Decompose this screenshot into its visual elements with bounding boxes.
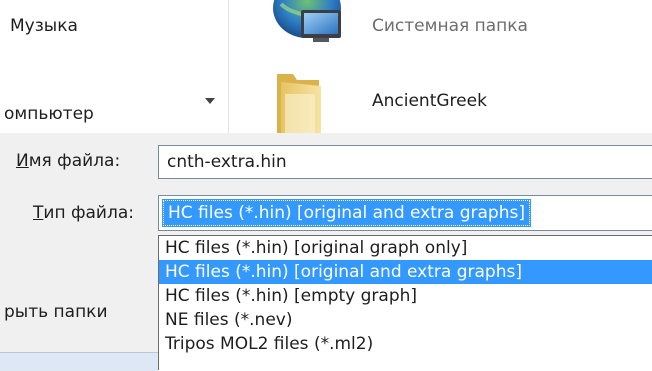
filetype-label-accelerator: Т [33, 203, 44, 223]
filename-label-accelerator: И [16, 151, 29, 171]
folder-icon [275, 72, 323, 133]
filename-label-text: мя файла: [28, 151, 121, 171]
network-computer-icon [273, 0, 345, 42]
filetype-option[interactable]: Tripos MOL2 files (*.ml2) [159, 332, 652, 356]
filetype-select[interactable]: HC files (*.hin) [original and extra gra… [158, 195, 652, 231]
filename-label: Имя файла: [16, 151, 120, 171]
filetype-option[interactable]: HC files (*.hin) [original graph only] [159, 236, 652, 260]
file-item-system-folder[interactable]: Системная папка [372, 16, 528, 36]
sidebar-item-computer[interactable]: омпьютер [4, 104, 94, 124]
filetype-label-text: ип файла: [43, 203, 134, 223]
filename-input[interactable] [158, 145, 652, 179]
file-list: Системная папка AncientGreek [229, 0, 652, 133]
hide-folders-button[interactable]: рыть папки [4, 302, 108, 322]
scroll-down-arrow-icon[interactable] [205, 98, 215, 104]
navigation-sidebar: Музыка омпьютер [0, 0, 190, 133]
bottom-strip [0, 352, 158, 371]
filetype-option[interactable]: NE files (*.nev) [159, 308, 652, 332]
filetype-label: Тип файла: [33, 203, 134, 223]
sidebar-scrollbar[interactable] [190, 0, 229, 133]
filetype-dropdown-list[interactable]: HC files (*.hin) [original graph only] H… [158, 235, 652, 370]
filetype-selected-value: HC files (*.hin) [original and extra gra… [162, 199, 531, 227]
filetype-option[interactable]: HC files (*.hin) [empty graph] [159, 284, 652, 308]
sidebar-item-music[interactable]: Музыка [10, 16, 78, 36]
filetype-option-selected[interactable]: HC files (*.hin) [original and extra gra… [159, 260, 652, 284]
file-item-ancientgreek[interactable]: AncientGreek [372, 91, 487, 111]
